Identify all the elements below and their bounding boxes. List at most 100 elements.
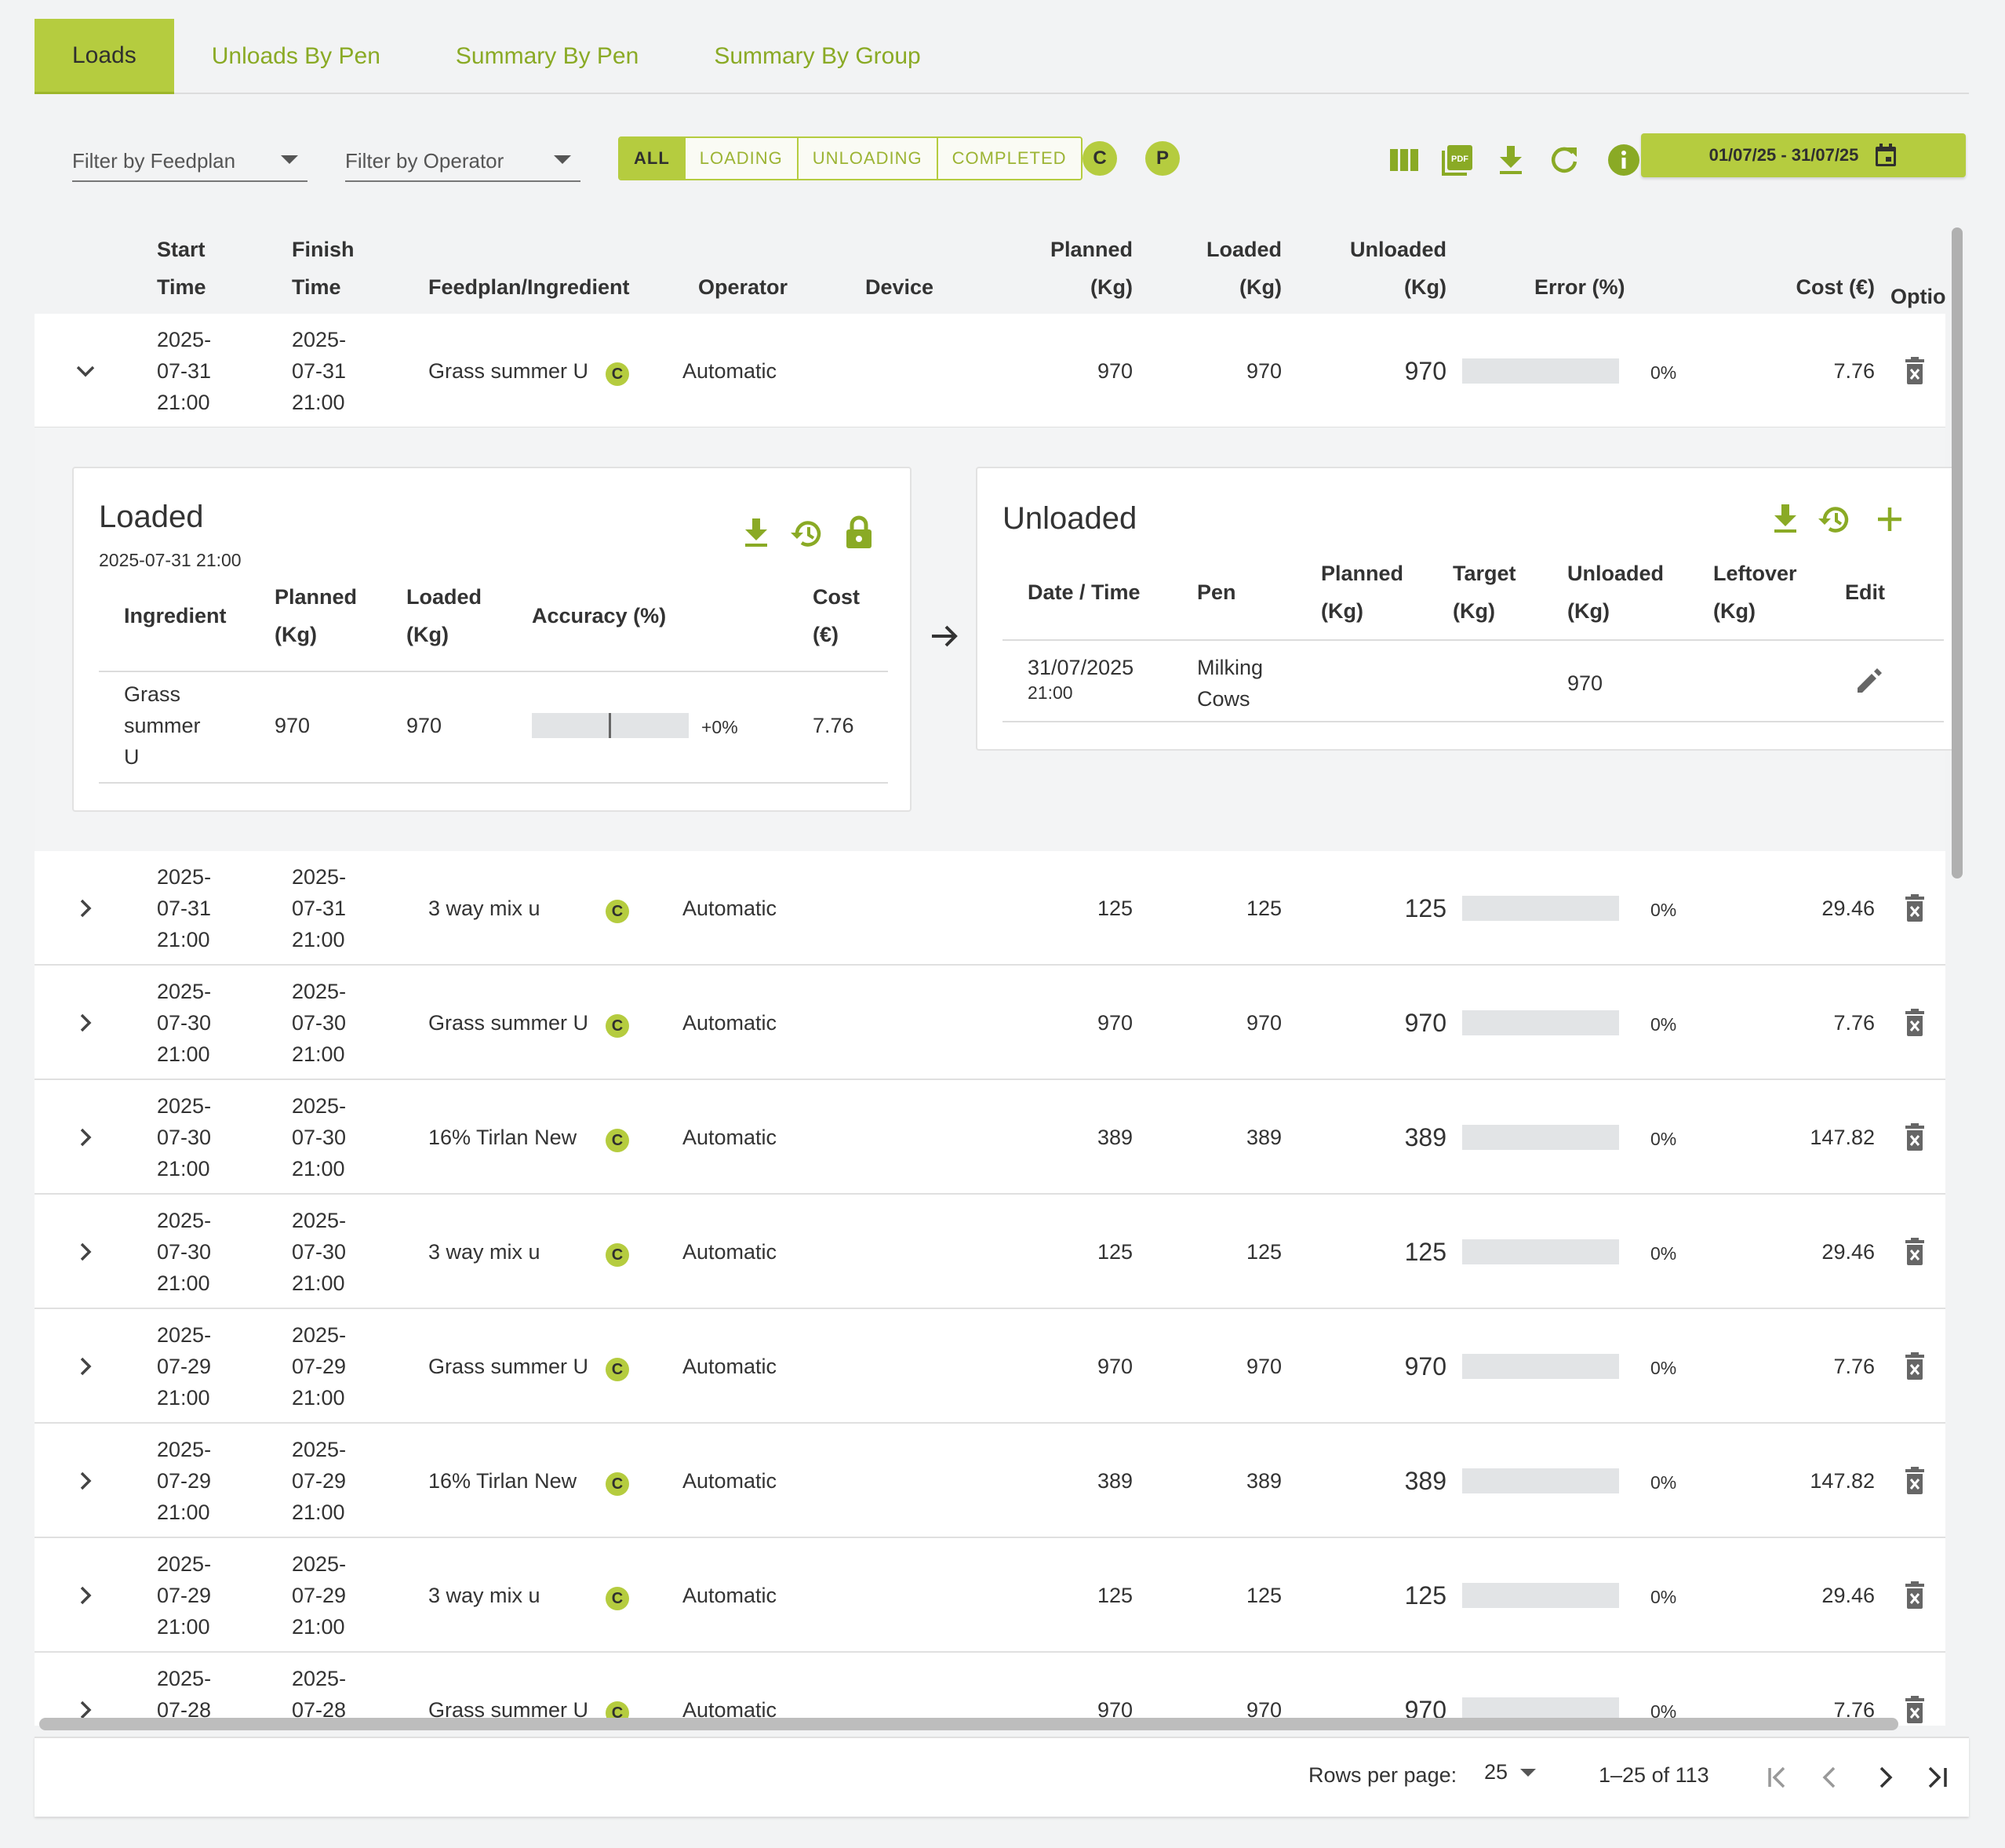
feedplan-name: 3 way mix u (428, 1240, 540, 1264)
divider (99, 782, 888, 784)
start-time: 2025-07-2821:00 (157, 1667, 212, 1722)
vertical-scrollbar[interactable] (1952, 227, 1963, 879)
table-row[interactable]: 2025- 07-29 21:00 2025- 07-29 21:00 3 way mi… (35, 1538, 1945, 1653)
table-header: Start Time Finish Time Feedplan/Ingredient… (35, 220, 1945, 314)
cost-value: 7.76 (1833, 1355, 1875, 1378)
column-header-finish-time[interactable]: Finish Time (292, 231, 355, 306)
refresh-icon[interactable] (1547, 143, 1581, 177)
delete-icon[interactable] (1903, 1122, 1927, 1152)
column-header-error[interactable]: Error (%) (1534, 268, 1625, 306)
status-filter-completed[interactable]: COMPLETED (937, 138, 1081, 179)
error-bar (1462, 1468, 1619, 1493)
error-value: 0% (1650, 1587, 1677, 1607)
delete-icon[interactable] (1903, 1237, 1927, 1267)
column-header-unloaded[interactable]: Unloaded (Kg) (1290, 231, 1446, 306)
loaded-loaded-value: 970 (406, 714, 442, 737)
operator: Automatic (682, 1011, 777, 1035)
rows-per-page-select[interactable]: 25 (1484, 1760, 1537, 1784)
feedplan-name: Grass summer U (428, 359, 589, 383)
divider (1003, 639, 1944, 641)
start-time: 2025- 07-29 21:00 (157, 1552, 212, 1639)
last-page-icon[interactable] (1925, 1765, 1950, 1790)
columns-icon[interactable] (1387, 143, 1421, 177)
status-filter-unloading[interactable]: UNLOADING (798, 138, 938, 179)
p-filter-button[interactable]: P (1145, 141, 1180, 176)
operator: Automatic (682, 897, 777, 920)
delete-icon[interactable] (1903, 1581, 1927, 1610)
chevron-right-icon[interactable] (74, 1355, 97, 1378)
status-filter-loading[interactable]: LOADING (685, 138, 799, 179)
column-header-feedplan[interactable]: Feedplan/Ingredient (428, 268, 630, 306)
lock-icon[interactable] (844, 515, 874, 550)
table-row[interactable]: 2025- 07-30 21:00 2025- 07-30 21:00 Grass su… (35, 966, 1945, 1080)
chevron-right-icon[interactable] (74, 1126, 97, 1149)
start-time: 2025- 07-30 21:00 (157, 980, 212, 1066)
table-row[interactable]: 2025-07-2821:00 2025-07-2821:00 Grass su… (35, 1653, 1945, 1726)
c-filter-button[interactable]: C (1083, 141, 1117, 176)
chevron-right-icon[interactable] (74, 1011, 97, 1035)
first-page-icon[interactable] (1765, 1765, 1790, 1790)
column-header-device[interactable]: Device (865, 268, 933, 306)
chevron-right-icon[interactable] (74, 1584, 97, 1607)
column-header-loaded[interactable]: Loaded (Kg) (1164, 231, 1282, 306)
tab-summary-by-group[interactable]: Summary By Group (676, 19, 958, 94)
operator-filter-select[interactable]: Filter by Operator (345, 141, 580, 182)
delete-icon[interactable] (1903, 356, 1927, 386)
finish-time: 2025- 07-31 21:00 (292, 865, 347, 951)
edit-icon[interactable] (1854, 666, 1884, 696)
operator-filter-placeholder: Filter by Operator (345, 148, 504, 173)
table-row[interactable]: 2025- 07-29 21:00 2025- 07-29 21:00 16% Tirl… (35, 1424, 1945, 1538)
history-icon[interactable] (1817, 503, 1851, 536)
column-header-planned[interactable]: Planned (Kg) (1015, 231, 1133, 306)
loaded-cost-value: 7.76 (813, 714, 854, 737)
table-row[interactable]: 2025- 07-30 21:00 2025- 07-30 21:00 16% Tirl… (35, 1080, 1945, 1195)
cost-value: 29.46 (1821, 1584, 1875, 1607)
delete-icon[interactable] (1903, 893, 1927, 923)
column-header-options: Optio (1890, 285, 1946, 308)
horizontal-scrollbar[interactable] (39, 1718, 1898, 1730)
planned-value: 125 (1097, 897, 1133, 920)
download-icon[interactable] (1494, 143, 1528, 177)
column-header-cost[interactable]: Cost (€) (1760, 268, 1876, 306)
date-range-button[interactable]: 01/07/25 - 31/07/25 (1641, 133, 1966, 177)
delete-icon[interactable] (1903, 1351, 1927, 1381)
finish-time: 2025- 07-29 21:00 (292, 1323, 347, 1410)
download-icon[interactable] (742, 517, 770, 550)
add-icon[interactable] (1875, 504, 1905, 534)
delete-icon[interactable] (1903, 1466, 1927, 1496)
chevron-right-icon[interactable] (74, 897, 97, 920)
table-row[interactable]: 2025- 07-31 21:00 2025- 07-31 21:00 Grass su… (35, 314, 1945, 428)
svg-text:PDF: PDF (1451, 155, 1468, 164)
chevron-right-icon[interactable] (74, 1469, 97, 1493)
status-filter-all[interactable]: ALL (620, 138, 686, 179)
table-row[interactable]: 2025- 07-30 21:00 2025- 07-30 21:00 3 way mi… (35, 1195, 1945, 1309)
table-row[interactable]: 2025- 07-31 21:00 2025- 07-31 21:00 3 way mi… (35, 851, 1945, 966)
c-badge: C (606, 1352, 629, 1384)
chevron-right-icon[interactable] (74, 1240, 97, 1264)
delete-icon[interactable] (1903, 1695, 1927, 1725)
history-icon[interactable] (789, 517, 824, 550)
chevron-down-icon[interactable] (74, 359, 97, 383)
column-header-start-time[interactable]: Start Time (157, 231, 206, 306)
loads-table: Start Time Finish Time Feedplan/Ingredient… (35, 220, 1969, 1726)
finish-time: 2025- 07-29 21:00 (292, 1552, 347, 1639)
planned-value: 125 (1097, 1240, 1133, 1264)
status-filter-group: ALL LOADING UNLOADING COMPLETED (618, 136, 1083, 180)
loaded-value: 970 (1246, 359, 1282, 383)
accuracy-bar (532, 713, 689, 738)
feedplan-filter-select[interactable]: Filter by Feedplan (72, 141, 307, 182)
tab-summary-by-pen[interactable]: Summary By Pen (418, 19, 676, 94)
info-icon[interactable] (1607, 143, 1641, 177)
previous-page-icon[interactable] (1818, 1765, 1843, 1790)
pdf-icon[interactable]: PDF (1440, 143, 1475, 177)
next-page-icon[interactable] (1873, 1765, 1898, 1790)
c-badge: C (606, 1123, 629, 1155)
tab-loads[interactable]: Loads (35, 19, 174, 94)
tab-unloads-by-pen[interactable]: Unloads By Pen (174, 19, 418, 94)
table-row[interactable]: 2025- 07-29 21:00 2025- 07-29 21:00 Grass su… (35, 1309, 1945, 1424)
column-header-operator[interactable]: Operator (698, 268, 788, 306)
planned-value: 389 (1097, 1126, 1133, 1149)
feedplan-name: 16% Tirlan New (428, 1126, 577, 1149)
download-icon[interactable] (1771, 503, 1799, 536)
delete-icon[interactable] (1903, 1008, 1927, 1038)
